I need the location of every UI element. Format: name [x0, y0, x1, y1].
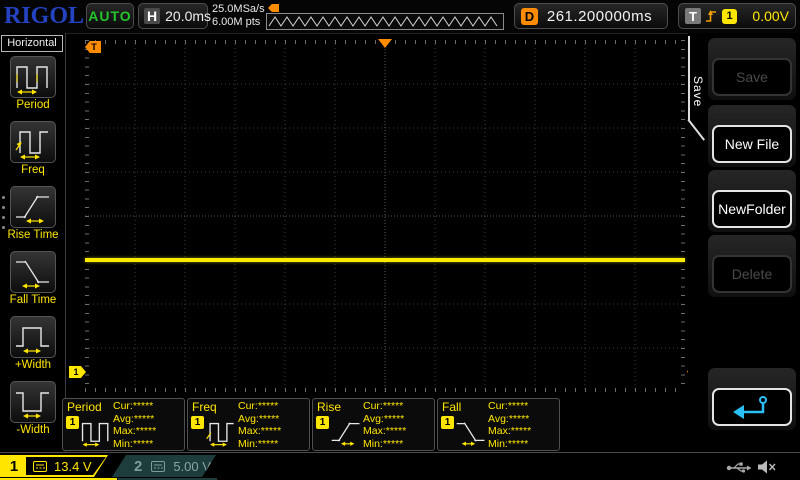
channel-badge: 1 — [441, 416, 454, 429]
menu-item-label: +Width — [14, 359, 52, 371]
horizontal-label: H — [144, 8, 161, 24]
rise-time-icon — [330, 416, 362, 453]
plus-width-icon — [10, 316, 56, 358]
channel-status-bar: 1 13.4 V 2 5.00 V — [0, 452, 800, 480]
measure-menu-title: Horizontal — [1, 35, 63, 52]
trigger-box: T 1 0.00V — [678, 3, 796, 29]
measurement-title: Fall — [442, 400, 462, 414]
grid-lines — [85, 40, 685, 392]
channel1-number: 1 — [2, 457, 26, 475]
menu-item-minus-width[interactable]: -Width — [0, 381, 66, 436]
trigger-label: T — [685, 8, 701, 24]
delay-box: D 261.200000ms — [514, 3, 668, 29]
sample-rate: 25.0MSa/s — [212, 3, 265, 15]
speaker-muted-icon — [758, 460, 776, 474]
menu-item-freq[interactable]: Freq — [0, 121, 66, 176]
top-status-bar: RIGOL AUTO H 20.0ms 25.0MSa/s 6.00M pts … — [0, 0, 800, 34]
period-icon — [80, 416, 112, 453]
run-status-label: AUTO — [88, 8, 132, 24]
softkey-slot: Delete — [708, 235, 796, 297]
oscilloscope-screen: RIGOL AUTO H 20.0ms 25.0MSa/s 6.00M pts … — [0, 0, 800, 480]
menu-item-period[interactable]: Period — [0, 56, 66, 111]
channel1-scale: 13.4 V — [54, 458, 92, 474]
menu-item-fall-time[interactable]: Fall Time — [0, 251, 66, 306]
trigger-level-value: 0.00V — [752, 8, 789, 24]
channel2-number: 2 — [134, 457, 143, 475]
measurement-stats: Cur:***** Avg:***** Max:***** Min:***** — [238, 400, 282, 450]
grid-ticks-bottom — [85, 388, 685, 392]
softkey-slot — [708, 368, 796, 430]
graticule: T — [85, 39, 685, 392]
dc-coupling-icon — [151, 461, 165, 472]
return-arrow-icon — [733, 396, 767, 419]
grid-ticks-right — [681, 40, 685, 392]
menu-item-plus-width[interactable]: +Width — [0, 316, 66, 371]
save-menu-panel: Save Save New File NewFolder Delete — [687, 33, 800, 452]
minus-width-icon — [10, 381, 56, 423]
channel-badge: 1 — [316, 416, 329, 429]
measurement-title: Rise — [317, 400, 342, 414]
new-folder-button[interactable]: NewFolder — [712, 190, 792, 228]
measurement-stats: Cur:***** Avg:***** Max:***** Min:***** — [113, 400, 157, 450]
memory-waveform-preview — [266, 2, 506, 31]
horizontal-timebase-box: H 20.0ms — [138, 3, 212, 29]
measurement-stats: Cur:***** Avg:***** Max:***** Min:***** — [488, 400, 532, 450]
channel-badge: 1 — [191, 416, 204, 429]
new-file-button[interactable]: New File — [712, 125, 792, 163]
measure-menu-panel: Horizontal Period Freq Rise Time Fall Ti… — [0, 33, 66, 452]
channel1-tab[interactable]: 1 13.4 V — [0, 455, 108, 477]
measurement-box-rise: Rise 1 Cur:***** Avg:***** Max:***** Min:**… — [312, 398, 435, 451]
menu-tab-save: Save — [688, 36, 705, 120]
menu-item-label: Freq — [21, 164, 45, 176]
waveform-preview-strip — [266, 13, 504, 30]
measurement-stats: Cur:***** Avg:***** Max:***** Min:***** — [363, 400, 407, 450]
grid-ticks-left — [85, 40, 89, 392]
usb-icon — [726, 462, 752, 473]
memory-depth: 6.00M pts — [212, 16, 261, 28]
memory-position-marker-icon — [268, 4, 279, 12]
delete-button[interactable]: Delete — [712, 255, 792, 293]
menu-tab-edge — [687, 119, 706, 141]
channel1-ground-marker: 1 — [69, 366, 86, 378]
rising-edge-icon — [706, 10, 716, 22]
rise-time-icon — [10, 186, 56, 228]
back-button[interactable] — [712, 388, 792, 426]
trigger-position-marker-icon — [378, 39, 392, 48]
channel2-scale: 5.00 V — [173, 458, 211, 474]
measurement-box-freq: Freq 1 Cur:***** Avg:***** Max:***** Min:**… — [187, 398, 310, 451]
softkey-slot: NewFolder — [708, 170, 796, 232]
trigger-source-badge: 1 — [722, 8, 737, 24]
measurement-title: Freq — [192, 400, 217, 414]
channel2-tab[interactable]: 2 5.00 V — [112, 455, 216, 477]
fall-time-icon — [455, 416, 487, 453]
period-icon — [10, 56, 56, 98]
freq-icon — [10, 121, 56, 163]
preview-wave-icon — [268, 16, 498, 27]
menu-item-rise-time[interactable]: Rise Time — [0, 186, 66, 241]
channel1-waveform — [85, 258, 685, 262]
delay-label: D — [521, 7, 538, 25]
save-button[interactable]: Save — [712, 58, 792, 96]
measurement-box-fall: Fall 1 Cur:***** Avg:***** Max:***** Min:**… — [437, 398, 560, 451]
menu-item-label: -Width — [16, 424, 50, 436]
softkey-slot: Save — [708, 38, 796, 100]
delay-value: 261.200000ms — [546, 7, 653, 25]
softkey-slot: New File — [708, 105, 796, 167]
acquisition-info: 25.0MSa/s 6.00M pts — [212, 3, 265, 29]
fall-time-icon — [10, 251, 56, 293]
menu-scroll-indicator — [2, 196, 5, 236]
menu-item-label: Fall Time — [9, 294, 57, 306]
menu-item-label: Rise Time — [7, 229, 59, 241]
measurement-title: Period — [67, 400, 102, 414]
run-status-badge: AUTO — [86, 3, 134, 29]
channel-badge: 1 — [66, 416, 79, 429]
brand-logo: RIGOL — [4, 3, 85, 29]
timebase-value: 20.0ms — [165, 8, 212, 24]
measurement-box-period: Period 1 Cur:***** Avg:***** Max:***** Min:… — [62, 398, 185, 451]
menu-item-label: Period — [16, 99, 50, 111]
freq-icon — [205, 416, 237, 453]
dc-coupling-icon — [33, 461, 47, 472]
